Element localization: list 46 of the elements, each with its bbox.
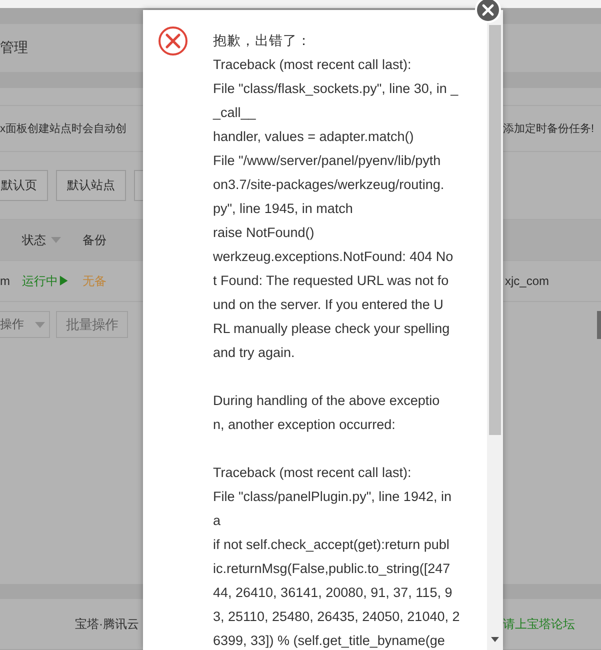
- error-text: a: [213, 512, 221, 530]
- error-text: Traceback (most recent call last):: [213, 56, 412, 74]
- notice-text: x面板创建站点时会自动创: [0, 122, 126, 136]
- batch-select[interactable]: 操作: [0, 311, 50, 338]
- error-text: 6399, 33]) % (self.get_title_byname(ge: [213, 632, 445, 650]
- error-text: Traceback (most recent call last):: [213, 464, 412, 482]
- status-text[interactable]: 运行中▶: [22, 272, 70, 290]
- toolbar-button[interactable]: 默认站点: [56, 170, 126, 201]
- column-header[interactable]: 状态: [22, 232, 61, 248]
- caret-icon[interactable]: [35, 322, 45, 328]
- table-cell: m: [0, 274, 10, 288]
- error-text: py", line 1945, in match: [213, 200, 353, 218]
- error-text: werkzeug.exceptions.NotFound: 404 No: [213, 248, 454, 266]
- error-text: File "/www/server/panel/pyenv/lib/pyth: [213, 152, 441, 170]
- column-header[interactable]: 备份: [82, 232, 106, 248]
- notice-text: 添加定时备份任务!: [503, 122, 594, 136]
- footer-text: 宝塔·腾讯云: [75, 616, 139, 632]
- error-text: and try again.: [213, 344, 295, 362]
- caret-icon[interactable]: [50, 237, 61, 243]
- error-text: File "class/panelPlugin.py", line 1942, in: [213, 488, 452, 506]
- forum-link[interactable]: 请上宝塔论坛: [503, 616, 575, 632]
- scrollbar[interactable]: [487, 10, 503, 650]
- error-text: handler, values = adapter.match(): [213, 128, 414, 146]
- scrollbar-thumb[interactable]: [597, 310, 601, 338]
- table-cell: xjc_com: [505, 274, 550, 288]
- error-text: ic.returnMsg(False,public.to_string([247: [213, 560, 450, 578]
- error-text: 抱歉，出错了：: [213, 32, 311, 50]
- error-icon: [158, 26, 188, 56]
- error-text: if not self.check_accept(get):return publ: [213, 536, 450, 554]
- error-text: 3, 25110, 25480, 26435, 24050, 21040, 2: [213, 608, 460, 626]
- error-text: raise NotFound(): [213, 224, 314, 242]
- error-text: During handling of the above exceptio: [213, 392, 440, 410]
- scrollbar-thumb[interactable]: [489, 25, 501, 435]
- close-icon[interactable]: [475, 0, 501, 23]
- error-text: und on the server. If you entered the U: [213, 296, 444, 314]
- error-text: _call__: [213, 104, 256, 122]
- error-text: File "class/flask_sockets.py", line 30, in _: [213, 80, 458, 98]
- toolbar-button[interactable]: 默认页: [0, 170, 48, 201]
- page-title: 管理: [0, 39, 28, 57]
- error-text: n, another exception occurred:: [213, 416, 396, 434]
- batch-button[interactable]: 批量操作: [56, 311, 128, 338]
- error-text: on3.7/site-packages/werkzeug/routing.: [213, 176, 444, 194]
- error-text: 44, 26410, 36141, 20080, 91, 37, 115, 9: [213, 584, 452, 602]
- error-text: t Found: The requested URL was not fo: [213, 272, 449, 290]
- scroll-down-icon[interactable]: [491, 637, 499, 642]
- error-text: RL manually please check your spelling: [213, 320, 450, 338]
